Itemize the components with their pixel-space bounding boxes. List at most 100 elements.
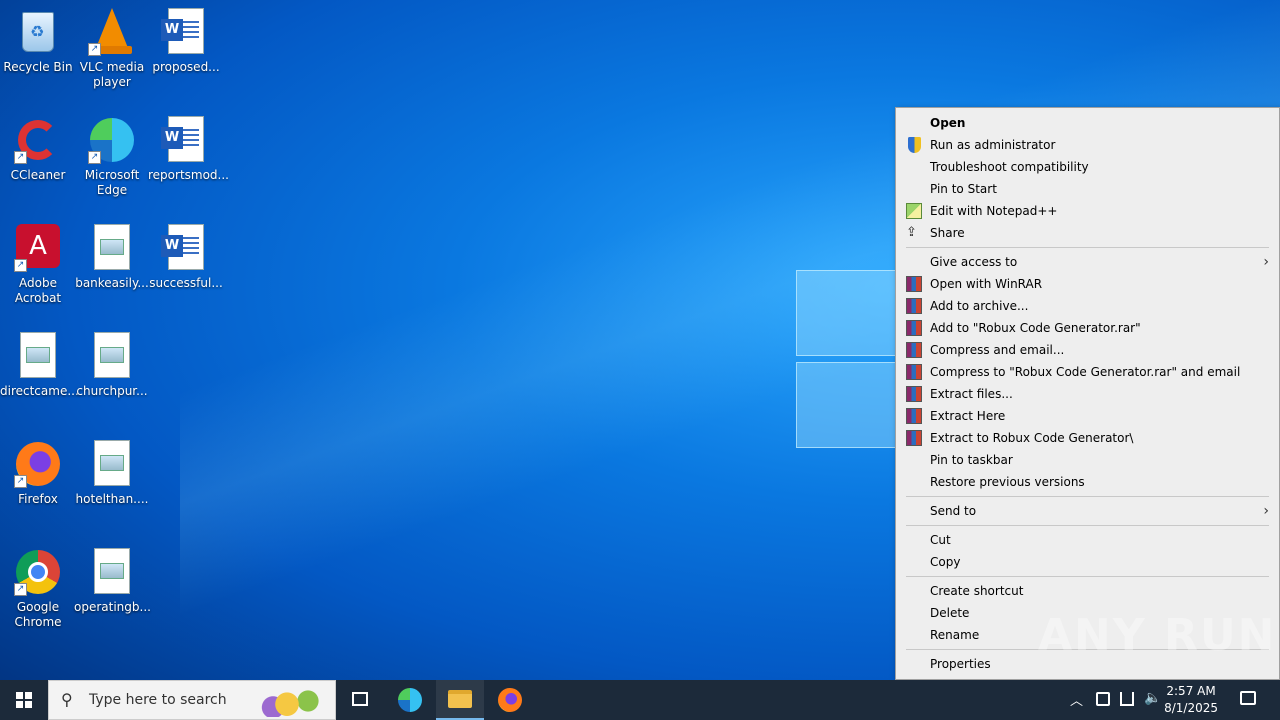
winrar-icon [906, 364, 922, 380]
menu-item-pin-to-taskbar[interactable]: Pin to taskbar [896, 449, 1279, 471]
image-file-icon [88, 440, 136, 488]
menu-item-label: Cut [930, 533, 951, 547]
menu-separator [906, 576, 1269, 577]
network-status-icon[interactable] [1120, 692, 1134, 706]
menu-item-label: Pin to taskbar [930, 453, 1013, 467]
menu-item-cut[interactable]: Cut [896, 529, 1279, 551]
shortcut-arrow-icon: ↗ [14, 583, 27, 596]
menu-item-label: Add to "Robux Code Generator.rar" [930, 321, 1141, 335]
desktop-icon-directcame[interactable]: directcame... [0, 326, 79, 399]
desktop-icon-label: operatingb... [74, 600, 151, 614]
menu-item-add-to-rar[interactable]: Add to "Robux Code Generator.rar" [896, 317, 1279, 339]
desktop-icon-label: bankeasily... [75, 276, 149, 290]
desktop-icon-hotelthan[interactable]: hotelthan.... [74, 434, 150, 507]
menu-item-give-access-to[interactable]: Give access to › [896, 251, 1279, 273]
desktop-icon-google-chrome[interactable]: ↗ Google Chrome [0, 542, 76, 630]
adobe-acrobat-icon: A ↗ [14, 224, 62, 272]
desktop-icon-label: Adobe Acrobat [14, 276, 62, 305]
menu-item-label: Compress to "Robux Code Generator.rar" a… [930, 365, 1241, 379]
taskbar-firefox-button[interactable] [486, 680, 534, 720]
search-highlight-illustration-icon [259, 685, 329, 717]
desktop-icon-reportsmod[interactable]: W reportsmod... [148, 110, 229, 183]
menu-item-label: Properties [930, 657, 991, 671]
menu-item-label: Restore previous versions [930, 475, 1085, 489]
menu-item-open-with-winrar[interactable]: Open with WinRAR [896, 273, 1279, 295]
task-view-button[interactable] [336, 680, 384, 720]
desktop-icon-vlc[interactable]: ↗ VLC media player [74, 2, 150, 90]
winrar-icon [906, 342, 922, 358]
desktop-icon-adobe-acrobat[interactable]: A ↗ Adobe Acrobat [0, 218, 76, 306]
menu-item-edit-with-notepadpp[interactable]: Edit with Notepad++ [896, 200, 1279, 222]
menu-separator [906, 496, 1269, 497]
desktop-icon-label: hotelthan.... [75, 492, 149, 506]
taskbar-search-box[interactable]: ⚲ Type here to search [48, 680, 336, 720]
desktop-icon-successful[interactable]: W successful... [148, 218, 224, 291]
desktop-icon-label: CCleaner [10, 168, 66, 182]
task-view-icon [352, 692, 368, 706]
firefox-icon: ↗ [14, 440, 62, 488]
menu-item-restore-previous-versions[interactable]: Restore previous versions [896, 471, 1279, 493]
menu-item-label: Run as administrator [930, 138, 1056, 152]
taskbar-edge-button[interactable] [386, 680, 434, 720]
folder-icon [448, 690, 472, 708]
image-file-icon [14, 332, 62, 380]
menu-item-extract-files[interactable]: Extract files... [896, 383, 1279, 405]
desktop-icon-ccleaner[interactable]: ↗ CCleaner [0, 110, 76, 183]
desktop-icon-microsoft-edge[interactable]: ↗ Microsoft Edge [74, 110, 150, 198]
menu-item-label: Delete [930, 606, 970, 620]
word-document-icon: W [161, 116, 210, 164]
menu-item-pin-to-start[interactable]: Pin to Start [896, 178, 1279, 200]
desktop-icon-label: Microsoft Edge [84, 168, 140, 197]
menu-item-run-as-administrator[interactable]: Run as administrator [896, 134, 1279, 156]
menu-item-send-to[interactable]: Send to › [896, 500, 1279, 522]
desktop-icon-recycle-bin[interactable]: ♻ Recycle Bin [0, 2, 76, 75]
shortcut-arrow-icon: ↗ [88, 43, 101, 56]
shortcut-arrow-icon: ↗ [14, 259, 27, 272]
menu-item-troubleshoot-compatibility[interactable]: Troubleshoot compatibility [896, 156, 1279, 178]
menu-item-label: Add to archive... [930, 299, 1029, 313]
menu-item-share[interactable]: ⇪ Share [896, 222, 1279, 244]
menu-separator [906, 525, 1269, 526]
system-clock[interactable]: 2:57 AM 8/1/2025 [1164, 683, 1218, 717]
menu-item-label: Troubleshoot compatibility [930, 160, 1089, 174]
desktop-icon-label: churchpur... [76, 384, 148, 398]
edge-icon [398, 688, 422, 712]
start-button[interactable] [0, 680, 48, 720]
winrar-icon [906, 298, 922, 314]
menu-item-open[interactable]: Open [896, 112, 1279, 134]
notification-center-icon[interactable] [1240, 691, 1256, 705]
menu-item-compress-and-email[interactable]: Compress and email... [896, 339, 1279, 361]
image-file-icon [88, 332, 136, 380]
volume-icon[interactable]: 🔈 [1144, 690, 1161, 706]
desktop-icon-operatingb[interactable]: operatingb... [74, 542, 151, 615]
winrar-icon [906, 408, 922, 424]
menu-item-extract-to-folder[interactable]: Extract to Robux Code Generator\ [896, 427, 1279, 449]
share-icon: ⇪ [906, 225, 917, 240]
menu-item-label: Create shortcut [930, 584, 1024, 598]
network-icon[interactable] [1096, 692, 1110, 706]
winrar-icon [906, 386, 922, 402]
desktop-icon-firefox[interactable]: ↗ Firefox [0, 434, 76, 507]
menu-item-add-to-archive[interactable]: Add to archive... [896, 295, 1279, 317]
desktop-icon-label: Recycle Bin [3, 60, 73, 74]
desktop-icon-proposed[interactable]: W proposed... [148, 2, 224, 75]
menu-item-copy[interactable]: Copy [896, 551, 1279, 573]
edge-icon: ↗ [88, 116, 136, 164]
desktop-icon-bankeasily[interactable]: bankeasily... [74, 218, 150, 291]
menu-item-compress-to-rar-and-email[interactable]: Compress to "Robux Code Generator.rar" a… [896, 361, 1279, 383]
menu-item-label: Compress and email... [930, 343, 1065, 357]
desktop-icon-label: Google Chrome [14, 600, 62, 629]
word-document-icon: W [161, 8, 210, 56]
desktop-icon-label: proposed... [152, 60, 220, 74]
menu-item-create-shortcut[interactable]: Create shortcut [896, 580, 1279, 602]
menu-item-label: Open with WinRAR [930, 277, 1043, 291]
chevron-up-icon[interactable]: ︿ [1070, 690, 1083, 709]
shortcut-arrow-icon: ↗ [14, 475, 27, 488]
menu-item-extract-here[interactable]: Extract Here [896, 405, 1279, 427]
taskbar-file-explorer-button[interactable] [436, 680, 484, 720]
clock-date: 8/1/2025 [1164, 701, 1218, 715]
desktop-icon-churchpur[interactable]: churchpur... [74, 326, 150, 399]
menu-item-label: Send to [930, 504, 977, 518]
desktop-icon-label: VLC media player [79, 60, 145, 89]
windows-logo-icon [16, 692, 32, 708]
